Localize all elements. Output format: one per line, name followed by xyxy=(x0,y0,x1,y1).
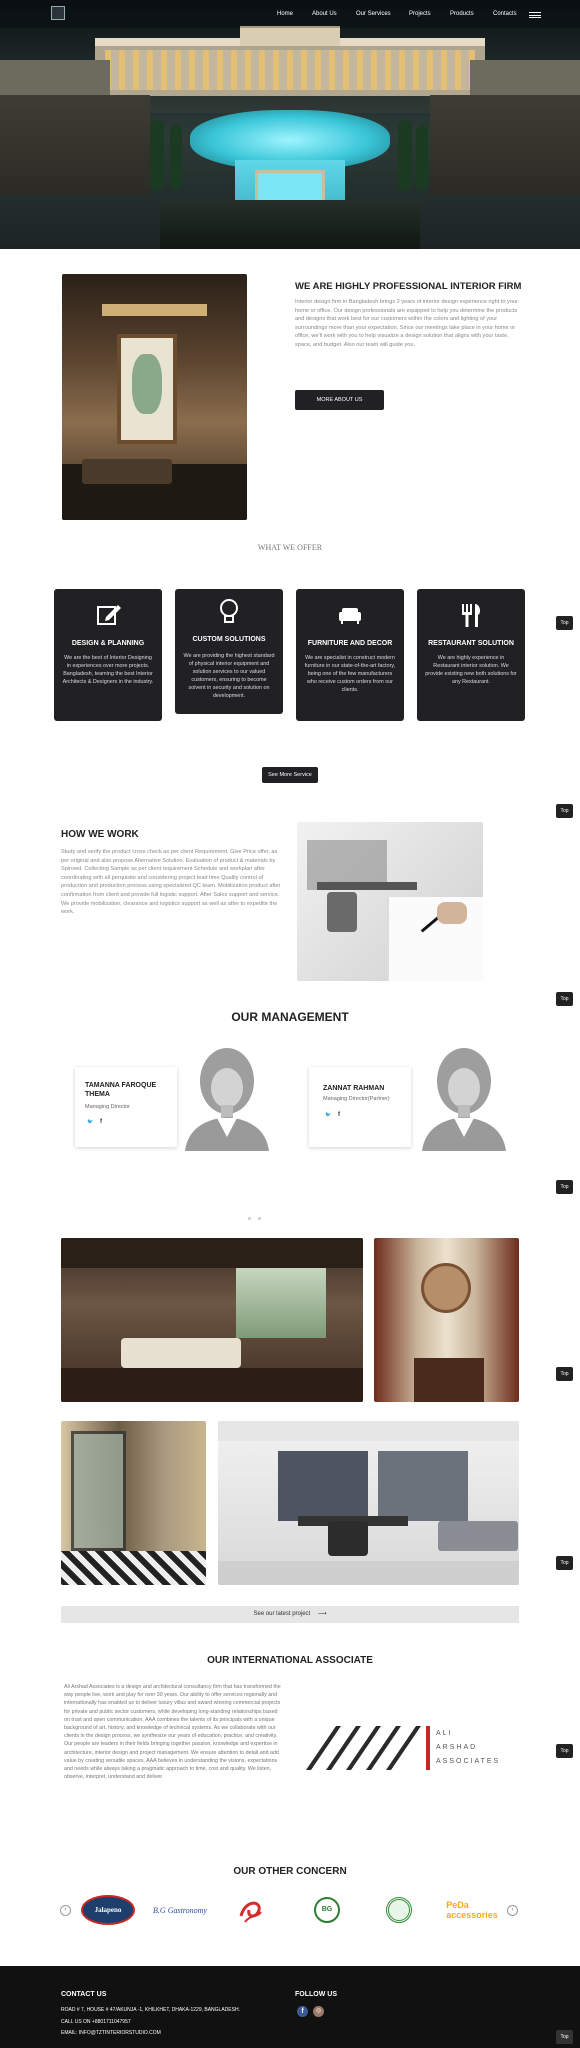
concern-logo-green-seal[interactable] xyxy=(384,1895,414,1925)
service-card-design[interactable]: DESIGN & PLANNING We are the best of Int… xyxy=(54,589,162,721)
manager-role: Managing Director(Partner) xyxy=(323,1096,390,1102)
service-text: We are providing the highest standard of… xyxy=(183,653,275,699)
nav-projects[interactable]: Projects xyxy=(409,11,431,17)
carousel-next-button[interactable]: › xyxy=(507,1905,518,1916)
about-text: Interior design firm in Bangladesh bring… xyxy=(295,299,518,348)
aaa-logo-mark xyxy=(306,1726,430,1770)
scroll-top-button[interactable]: Top xyxy=(556,2030,573,2044)
service-title: DESIGN & PLANNING xyxy=(71,640,145,647)
footer-follow-title: FOLLOW US xyxy=(295,1991,337,1998)
arrow-right-icon: ⟶ xyxy=(317,1611,327,1617)
how-text: Study and verify the product cross check… xyxy=(61,849,281,916)
concern-logo-bg-badge[interactable]: BG xyxy=(312,1895,342,1925)
offer-title: WHAT WE OFFER xyxy=(257,543,323,552)
cutlery-icon xyxy=(462,604,481,627)
manager-name: TAMANNA FAROQUE THEMA xyxy=(85,1082,157,1098)
swirl-logo-icon xyxy=(239,1901,262,1923)
bg-badge-icon: BG xyxy=(314,1897,340,1923)
how-work-photo xyxy=(297,822,483,981)
nav-home[interactable]: Home xyxy=(277,11,293,17)
manager-card: ZANNAT RAHMAN Managing Director(Partner)… xyxy=(309,1067,411,1147)
footer-address: ROAD # 7, HOUSE # 47/AKUNJA -1, KHILKHET… xyxy=(61,2007,240,2013)
footer-phone[interactable]: CALL US ON +8801711047957 xyxy=(61,2019,131,2025)
scroll-top-button[interactable]: Top xyxy=(556,1556,573,1570)
instagram-icon[interactable]: ◎ xyxy=(313,2006,324,2017)
ali-arshad-logo: ALI ARSHAD ASSOCIATES xyxy=(306,1726,498,1776)
concern-logo-peda[interactable]: PeDa accessories xyxy=(446,1895,498,1925)
company-logo[interactable] xyxy=(51,6,65,20)
service-text: We are specialist in construct modern fu… xyxy=(304,655,396,693)
carousel-prev-button[interactable]: ‹ xyxy=(60,1905,71,1916)
see-latest-project-button[interactable]: See our latest project ⟶ xyxy=(61,1606,519,1623)
see-latest-project-label: See our latest project xyxy=(253,1611,311,1617)
nav-contacts[interactable]: Contacts xyxy=(493,11,517,17)
scroll-top-button[interactable]: Top xyxy=(556,992,573,1006)
management-title: OUR MANAGEMENT xyxy=(231,1010,349,1024)
concern-title: OUR OTHER CONCERN xyxy=(233,1866,347,1877)
logo-text: ASSOCIATES xyxy=(436,1758,501,1765)
concern-logo-red-swirl[interactable] xyxy=(236,1895,266,1925)
facebook-icon[interactable]: f xyxy=(100,1119,102,1125)
how-title: HOW WE WORK xyxy=(61,829,139,840)
scroll-top-button[interactable]: Top xyxy=(556,1367,573,1381)
concern-logo-text: B.G Gastronomy xyxy=(153,1905,207,1915)
nav-our-services[interactable]: Our Services xyxy=(356,11,391,17)
associate-text: Ali Arshad Associates is a design and ar… xyxy=(64,1684,281,1781)
twitter-icon[interactable]: 🐦 xyxy=(325,1112,331,1118)
manager-avatar xyxy=(422,1048,506,1151)
more-about-us-button[interactable]: MORE ABOUT US xyxy=(295,390,384,410)
concern-logo-text: PeDa accessories xyxy=(446,1900,498,1920)
carousel-dot[interactable] xyxy=(258,1217,261,1220)
scroll-top-button[interactable]: Top xyxy=(556,804,573,818)
footer-contact-title: CONTACT US xyxy=(61,1991,107,1998)
twitter-icon[interactable]: 🐦 xyxy=(87,1119,93,1125)
lightbulb-icon xyxy=(220,599,238,623)
top-navigation: Home About Us Our Services Projects Prod… xyxy=(0,0,580,28)
project-photo[interactable] xyxy=(374,1238,519,1402)
carousel-dot[interactable] xyxy=(248,1217,251,1220)
project-photo[interactable] xyxy=(61,1238,363,1402)
facebook-icon[interactable]: f xyxy=(338,1112,340,1118)
manager-avatar xyxy=(185,1048,269,1151)
service-title: CUSTOM SOLUTIONS xyxy=(192,636,266,643)
sofa-icon xyxy=(339,608,361,624)
about-title: WE ARE HIGHLY PROFESSIONAL INTERIOR FIRM xyxy=(295,281,522,292)
green-seal-icon xyxy=(386,1897,412,1923)
edit-icon xyxy=(97,605,121,625)
concern-logo-jalapeno[interactable]: Jalapeno xyxy=(80,1895,136,1925)
service-card-furniture[interactable]: FURNITURE AND DECOR We are specialist in… xyxy=(296,589,404,721)
footer: CONTACT US ROAD # 7, HOUSE # 47/AKUNJA -… xyxy=(0,1966,580,2048)
service-text: We are highly experience in Restaurant i… xyxy=(425,655,517,685)
concern-logo-bg-gastronomy[interactable]: B.G Gastronomy xyxy=(150,1895,210,1925)
footer-email[interactable]: EMAIL: INFO@TZTINTERIORSTUDIO.COM xyxy=(61,2030,161,2036)
nav-about-us[interactable]: About Us xyxy=(312,11,337,17)
logo-text: ALI xyxy=(436,1730,453,1737)
service-title: RESTAURANT SOLUTION xyxy=(428,640,514,647)
manager-role: Managing Director xyxy=(85,1104,130,1110)
nav-products[interactable]: Products xyxy=(450,11,474,17)
associate-title: OUR INTERNATIONAL ASSOCIATE xyxy=(207,1655,373,1666)
scroll-top-button[interactable]: Top xyxy=(556,1744,573,1758)
logo-text: ARSHAD xyxy=(436,1744,478,1751)
scroll-top-button[interactable]: Top xyxy=(556,1180,573,1194)
see-more-service-button[interactable]: See More Service xyxy=(262,767,318,783)
concern-logo-text: Jalapeno xyxy=(81,1895,135,1925)
facebook-icon[interactable]: f xyxy=(297,2006,308,2017)
menu-icon[interactable] xyxy=(529,12,541,18)
project-photo[interactable] xyxy=(61,1421,206,1585)
service-text: We are the best of Interior Designing in… xyxy=(62,655,154,685)
project-photo[interactable] xyxy=(218,1421,519,1585)
about-interior-photo xyxy=(62,274,247,520)
service-card-custom[interactable]: CUSTOM SOLUTIONS We are providing the hi… xyxy=(175,589,283,714)
service-title: FURNITURE AND DECOR xyxy=(307,640,393,647)
scroll-top-button[interactable]: Top xyxy=(556,616,573,630)
manager-name: ZANNAT RAHMAN xyxy=(323,1085,385,1092)
service-card-restaurant[interactable]: RESTAURANT SOLUTION We are highly experi… xyxy=(417,589,525,721)
hero-banner: Home About Us Our Services Projects Prod… xyxy=(0,0,580,249)
manager-card: TAMANNA FAROQUE THEMA Managing Director … xyxy=(75,1067,177,1147)
